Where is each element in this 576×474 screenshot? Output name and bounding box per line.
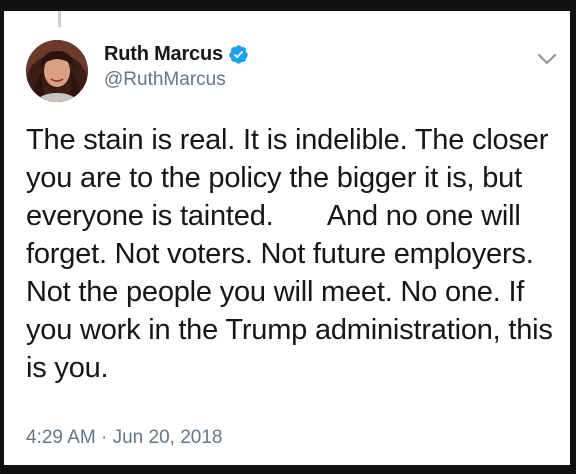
tweet-card: Ruth Marcus @RuthMarcus The stain is rea…	[4, 11, 570, 465]
author-info[interactable]: Ruth Marcus @RuthMarcus	[104, 42, 249, 91]
screenshot-frame: Ruth Marcus @RuthMarcus The stain is rea…	[0, 0, 576, 474]
tweet-timestamp[interactable]: 4:29 AM · Jun 20, 2018	[26, 427, 222, 449]
display-name[interactable]: Ruth Marcus	[104, 43, 223, 66]
user-handle[interactable]: @RuthMarcus	[104, 69, 249, 91]
avatar[interactable]	[26, 40, 88, 102]
name-row: Ruth Marcus	[104, 42, 249, 66]
verified-badge-icon	[228, 44, 249, 65]
tweet-text: The stain is real. It is indelible. The …	[26, 124, 561, 384]
chevron-down-icon[interactable]	[536, 51, 558, 67]
thread-connector-line	[58, 11, 61, 27]
avatar-image	[26, 40, 88, 102]
